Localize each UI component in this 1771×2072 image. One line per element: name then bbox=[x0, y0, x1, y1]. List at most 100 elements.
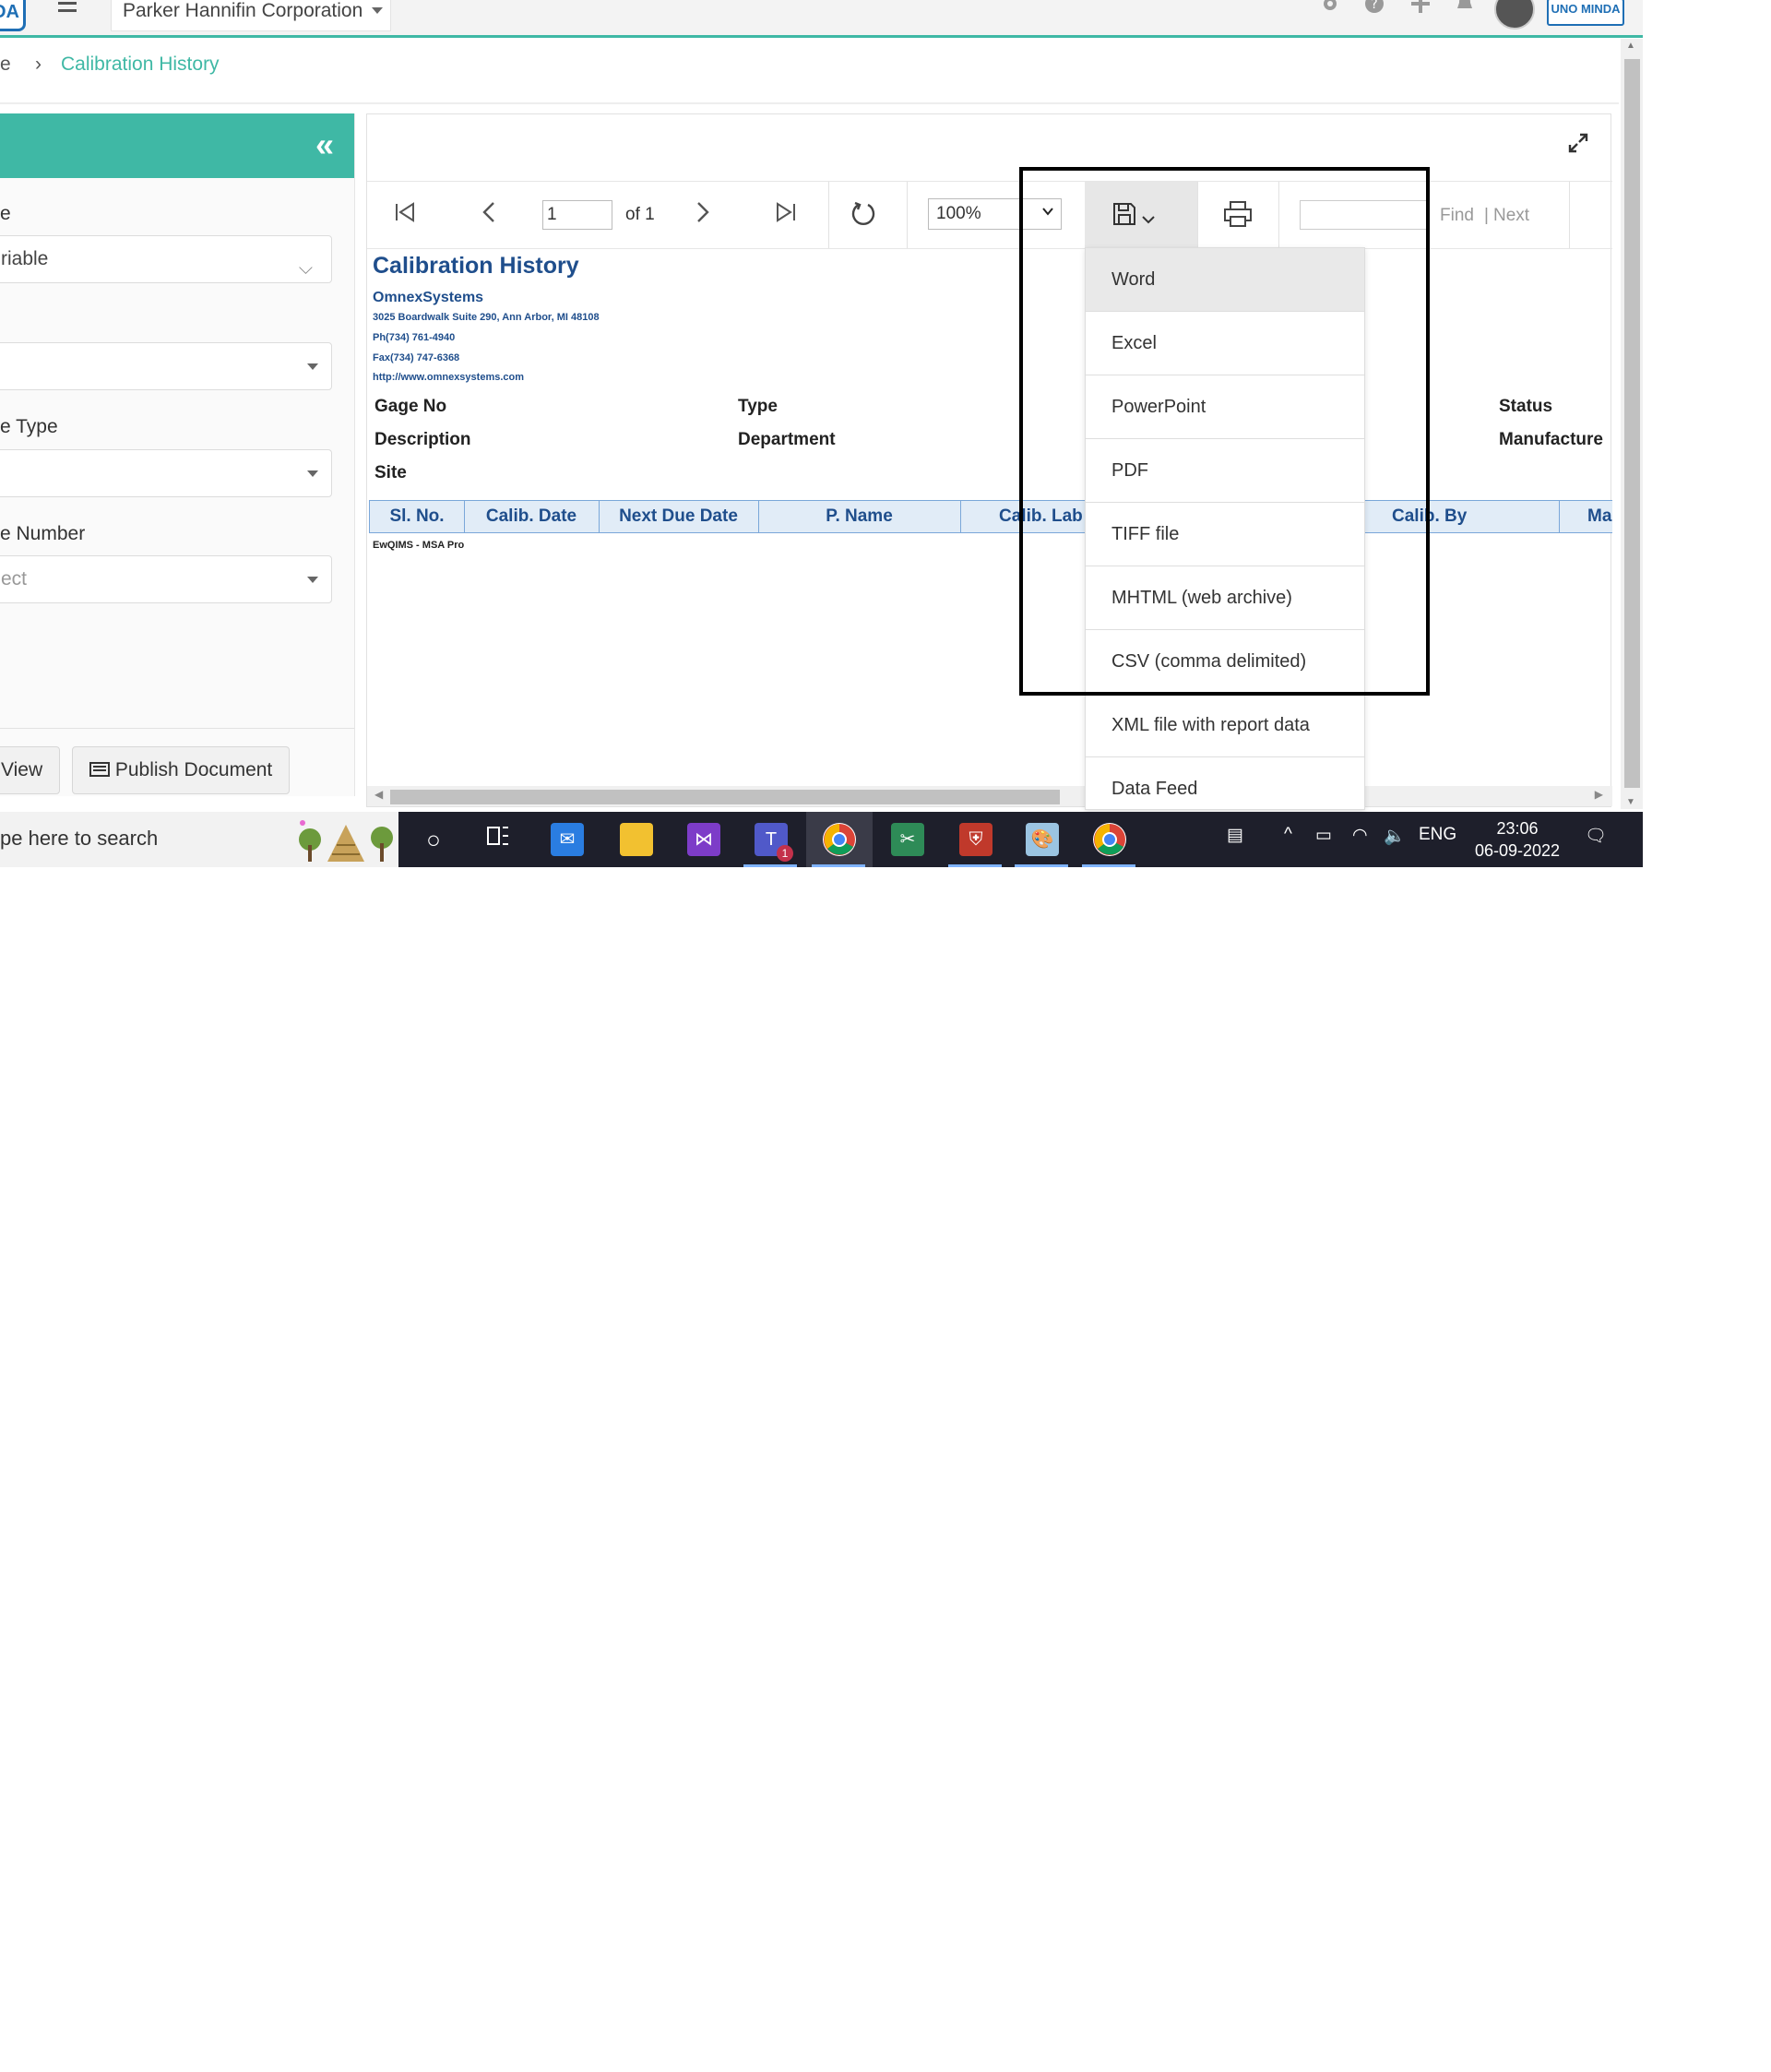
publish-document-label: Publish Document bbox=[114, 759, 273, 780]
previous-page-icon[interactable] bbox=[478, 200, 502, 230]
chrome-icon[interactable] bbox=[823, 823, 856, 856]
screenshot: DA Parker Hannifin Corporation ? UNO MIN… bbox=[0, 0, 1643, 867]
scroll-right-icon[interactable]: ▶ bbox=[1595, 788, 1603, 801]
expand-icon[interactable] bbox=[1568, 133, 1588, 153]
organization-select[interactable]: Parker Hannifin Corporation bbox=[111, 0, 392, 31]
column-header: Next Due Date bbox=[599, 501, 759, 532]
next-page-icon[interactable] bbox=[690, 200, 714, 230]
teams-icon[interactable]: T 1 bbox=[755, 823, 793, 862]
notifications-icon[interactable]: 🗨 bbox=[1585, 825, 1607, 847]
paint-icon[interactable]: 🎨 bbox=[1026, 823, 1059, 856]
filter-select-1-value: riable bbox=[1, 248, 49, 269]
show-hidden-icons[interactable]: ^ bbox=[1284, 825, 1292, 845]
task-view-icon[interactable] bbox=[481, 823, 515, 856]
svg-text:?: ? bbox=[1371, 0, 1377, 12]
find-link[interactable]: Find bbox=[1440, 206, 1474, 226]
report-footer: EwQIMS - MSA Pro bbox=[373, 540, 465, 551]
clock-date: 06-09-2022 bbox=[1474, 841, 1561, 860]
find-next-link[interactable]: Next bbox=[1493, 206, 1529, 226]
filter-label-4: e Number bbox=[0, 523, 86, 544]
toolbar-divider bbox=[907, 182, 908, 248]
active-app-indicator bbox=[812, 864, 865, 867]
help-icon[interactable]: ? bbox=[1363, 0, 1385, 24]
filter-select-4-placeholder: ect bbox=[1, 568, 28, 589]
filter-select-4[interactable]: ect bbox=[0, 555, 332, 603]
field-site: Site bbox=[374, 463, 407, 482]
vertical-scrollbar[interactable]: ▲ ▼ bbox=[1621, 39, 1643, 809]
top-navbar: DA Parker Hannifin Corporation ? UNO MIN… bbox=[0, 0, 1643, 38]
column-header: Sl. No. bbox=[370, 501, 465, 532]
scroll-down-icon[interactable]: ▼ bbox=[1626, 797, 1635, 807]
filter-label-1: e bbox=[0, 203, 11, 224]
mail-icon[interactable]: ✉ bbox=[551, 823, 584, 856]
filter-select-3[interactable] bbox=[0, 449, 332, 497]
divider bbox=[0, 102, 1619, 104]
visual-studio-icon[interactable]: ⋈ bbox=[687, 823, 720, 856]
brand-logo: UNO MINDA bbox=[1547, 0, 1624, 26]
filter-label-3: e Type bbox=[0, 416, 58, 437]
toolbar-divider bbox=[1569, 182, 1570, 248]
breadcrumb-current: Calibration History bbox=[61, 54, 220, 75]
refresh-icon[interactable] bbox=[850, 200, 877, 233]
taskbar-search[interactable]: pe here to search bbox=[0, 812, 398, 867]
language-indicator[interactable]: ENG bbox=[1419, 825, 1456, 845]
last-page-icon[interactable] bbox=[774, 200, 798, 230]
active-app-indicator bbox=[1015, 864, 1068, 867]
notification-bell-icon[interactable] bbox=[1454, 0, 1476, 24]
scroll-left-icon[interactable]: ◀ bbox=[374, 788, 383, 801]
caret-down-icon bbox=[307, 577, 318, 583]
security-app-icon[interactable]: ⛨ bbox=[959, 823, 992, 856]
field-type: Type bbox=[738, 397, 778, 416]
caret-down-icon bbox=[307, 363, 318, 370]
app-logo[interactable]: DA bbox=[0, 0, 26, 31]
active-app-indicator bbox=[948, 864, 1002, 867]
chrome-icon[interactable] bbox=[1093, 823, 1126, 856]
field-gage-no: Gage No bbox=[374, 397, 447, 416]
page-number-input[interactable]: 1 bbox=[542, 200, 612, 230]
scrollbar-thumb[interactable] bbox=[390, 790, 1060, 804]
document-icon bbox=[89, 762, 110, 777]
news-widget-icon[interactable]: ▤ bbox=[1227, 825, 1243, 846]
filter-select-1[interactable]: riable ⌵ bbox=[0, 235, 332, 283]
volume-icon[interactable]: 🔈 bbox=[1384, 825, 1406, 847]
export-data-feed[interactable]: Data Feed bbox=[1086, 757, 1364, 809]
clock-time: 23:06 bbox=[1496, 819, 1539, 838]
report-address: 3025 Boardwalk Suite 290, Ann Arbor, MI … bbox=[373, 312, 600, 323]
chevron-right-icon: › bbox=[35, 54, 42, 75]
search-highlight-icon bbox=[299, 820, 393, 862]
export-xml[interactable]: XML file with report data bbox=[1086, 694, 1364, 757]
active-app-indicator bbox=[743, 864, 797, 867]
divider bbox=[0, 728, 354, 729]
report-title: Calibration History bbox=[373, 253, 579, 279]
view-button[interactable]: View bbox=[0, 746, 61, 794]
wifi-icon[interactable]: ◠ bbox=[1352, 825, 1368, 846]
field-department: Department bbox=[738, 430, 836, 449]
breadcrumb-previous[interactable]: e bbox=[0, 54, 11, 76]
horizontal-scrollbar[interactable]: ◀ ▶ bbox=[367, 786, 1612, 806]
filter-panel-header: « bbox=[0, 113, 354, 178]
cortana-icon[interactable]: ○ bbox=[417, 823, 450, 856]
settings-icon[interactable] bbox=[1319, 0, 1341, 24]
column-header: P. Name bbox=[758, 501, 961, 532]
system-clock[interactable]: 23:06 06-09-2022 bbox=[1467, 817, 1568, 862]
menu-icon[interactable] bbox=[58, 2, 77, 17]
caret-down-icon bbox=[307, 470, 318, 477]
publish-document-button[interactable]: Publish Document bbox=[72, 746, 291, 794]
report-website[interactable]: http://www.omnexsystems.com bbox=[373, 372, 524, 383]
scroll-up-icon[interactable]: ▲ bbox=[1626, 41, 1635, 51]
snipping-tool-icon[interactable]: ✂ bbox=[891, 823, 924, 856]
battery-icon[interactable]: ▭ bbox=[1315, 825, 1332, 846]
organization-label: Parker Hannifin Corporation bbox=[123, 0, 363, 21]
field-description: Description bbox=[374, 430, 471, 449]
notification-badge: 1 bbox=[777, 845, 793, 862]
collapse-panel-icon[interactable]: « bbox=[315, 126, 334, 163]
scrollbar-thumb[interactable] bbox=[1624, 59, 1640, 788]
report-phone: Ph(734) 761-4940 bbox=[373, 332, 456, 343]
add-icon[interactable] bbox=[1409, 0, 1432, 24]
column-header: Calib. Date bbox=[464, 501, 600, 532]
chevron-down-icon: ⌵ bbox=[298, 258, 313, 279]
user-avatar[interactable] bbox=[1494, 0, 1535, 30]
first-page-icon[interactable] bbox=[393, 200, 417, 230]
file-explorer-icon[interactable] bbox=[620, 823, 653, 856]
filter-select-2[interactable] bbox=[0, 342, 332, 390]
